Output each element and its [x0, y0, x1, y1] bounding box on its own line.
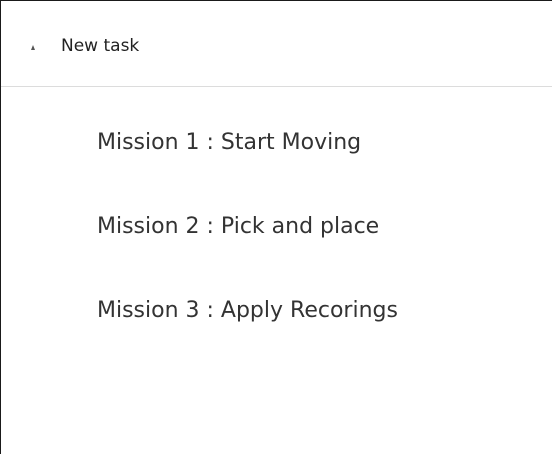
task-panel: New task Mission 1 : Start Moving Missio…	[0, 0, 552, 454]
mission-item-2[interactable]: Mission 2 : Pick and place	[97, 213, 379, 241]
task-title: New task	[61, 36, 140, 56]
collapse-triangle-icon[interactable]	[31, 45, 35, 50]
task-header[interactable]: New task	[1, 1, 552, 87]
mission-item-3[interactable]: Mission 3 : Apply Recorings	[97, 297, 398, 325]
mission-item-1[interactable]: Mission 1 : Start Moving	[97, 129, 361, 157]
